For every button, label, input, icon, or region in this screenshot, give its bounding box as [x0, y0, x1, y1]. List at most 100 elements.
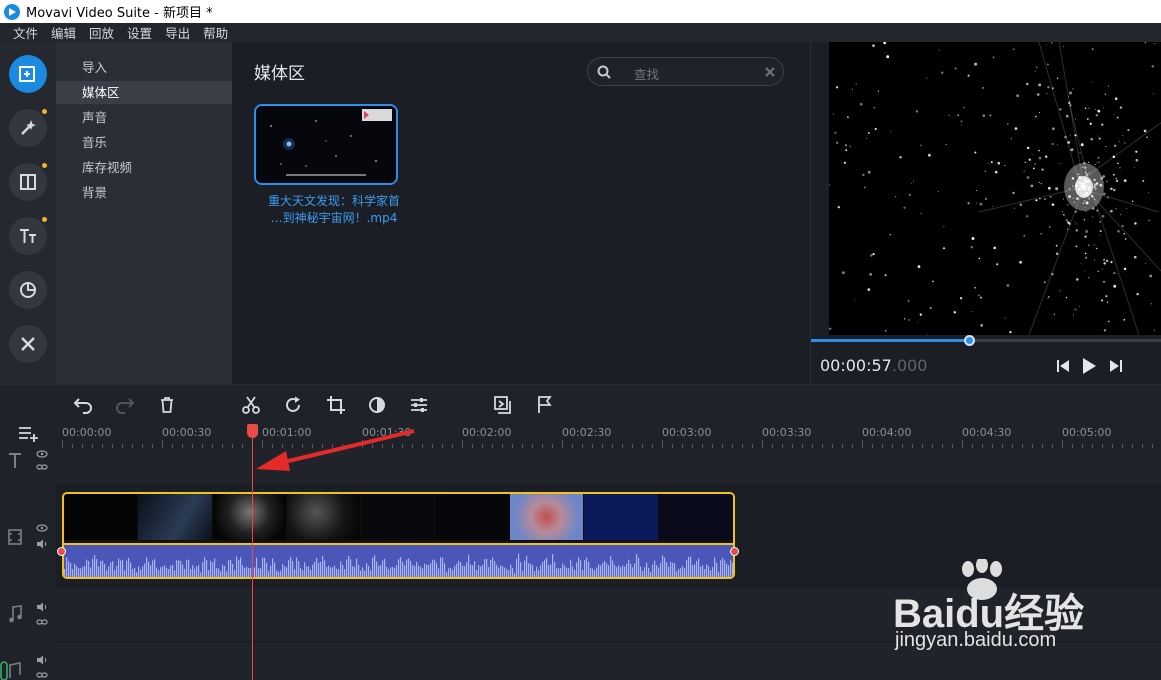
- waveform-bar: [284, 566, 286, 577]
- link-icon[interactable]: [36, 671, 48, 679]
- star: [1097, 109, 1101, 113]
- star: [1099, 230, 1102, 233]
- previous-frame-icon[interactable]: [1056, 359, 1070, 373]
- ruler-tick-label: 00:05:00: [1062, 426, 1112, 439]
- star: [1124, 142, 1126, 144]
- link-icon[interactable]: [36, 463, 48, 471]
- star: [1051, 87, 1054, 90]
- category-media-bin[interactable]: 媒体区: [56, 81, 232, 104]
- waveform-bar: [390, 567, 392, 577]
- category-music[interactable]: 音乐: [56, 131, 232, 154]
- delete-button[interactable]: [156, 394, 178, 416]
- waveform-bar: [78, 568, 80, 577]
- menu-file[interactable]: 文件: [13, 23, 38, 42]
- category-background[interactable]: 背景: [56, 181, 232, 204]
- stickers-tool-button[interactable]: [9, 271, 47, 309]
- menu-help[interactable]: 帮助: [203, 23, 228, 42]
- menu-playback[interactable]: 回放: [89, 23, 114, 42]
- waveform-bar: [384, 558, 386, 577]
- star: [1051, 42, 1053, 44]
- transitions-tool-button[interactable]: [9, 163, 47, 201]
- star: [873, 106, 876, 109]
- star: [863, 186, 866, 189]
- category-stock-video[interactable]: 库存视频: [56, 156, 232, 179]
- ruler-tick-mark: [92, 444, 93, 448]
- add-track-icon[interactable]: [18, 425, 40, 443]
- split-button[interactable]: [240, 394, 262, 416]
- star: [943, 226, 945, 228]
- star: [1048, 226, 1051, 228]
- waveform-bar: [234, 570, 236, 577]
- waveform-bar: [624, 566, 626, 577]
- caption-line-2: …到神秘宇宙网！.mp4: [270, 211, 398, 225]
- media-file-caption[interactable]: 重大天文发现：科学家首 …到神秘宇宙网！.mp4: [254, 193, 414, 227]
- waveform-bar: [70, 563, 72, 577]
- clip-properties-button[interactable]: [408, 394, 430, 416]
- waveform-bar: [194, 568, 196, 577]
- menu-edit[interactable]: 编辑: [51, 23, 76, 42]
- star: [872, 44, 875, 47]
- color-adjust-button[interactable]: [366, 394, 388, 416]
- menu-settings[interactable]: 设置: [127, 23, 152, 42]
- filters-tool-button[interactable]: [9, 109, 47, 147]
- star: [917, 321, 919, 323]
- eye-icon[interactable]: [36, 524, 48, 532]
- waveform-bar: [604, 561, 606, 577]
- waveform-bar: [426, 564, 428, 577]
- import-tool-button[interactable]: [9, 55, 47, 93]
- clip-audio-button[interactable]: [492, 394, 514, 416]
- star: [1074, 221, 1076, 223]
- waveform-bar: [320, 561, 322, 577]
- speaker-icon[interactable]: [36, 539, 48, 549]
- clear-icon[interactable]: [765, 67, 775, 77]
- search-input[interactable]: 查找: [587, 57, 784, 86]
- waveform-bar: [230, 560, 232, 577]
- media-thumbnail[interactable]: [254, 104, 398, 185]
- waveform-bar: [196, 566, 198, 577]
- ruler-tick-mark: [782, 444, 783, 448]
- waveform-bar: [686, 560, 688, 577]
- video-clip[interactable]: [62, 492, 735, 579]
- play-icon[interactable]: [1081, 357, 1097, 375]
- star: [991, 205, 993, 207]
- rotate-button[interactable]: [282, 394, 304, 416]
- waveform-bar: [142, 566, 144, 577]
- playback-progress-handle[interactable]: [963, 335, 975, 346]
- volume-handle-right[interactable]: [730, 547, 739, 556]
- ruler-tick-mark: [922, 444, 923, 448]
- undo-button[interactable]: [72, 394, 94, 416]
- title-track[interactable]: [56, 450, 1161, 484]
- menu-export[interactable]: 导出: [165, 23, 190, 42]
- waveform-bar: [286, 567, 288, 577]
- waveform-bar: [558, 568, 560, 577]
- waveform-bar: [492, 557, 494, 577]
- waveform-bar: [328, 565, 330, 577]
- more-tools-button[interactable]: [9, 325, 47, 363]
- marker-button[interactable]: [534, 394, 556, 416]
- category-sound[interactable]: 声音: [56, 106, 232, 129]
- waveform-bar: [246, 566, 248, 577]
- star: [993, 246, 996, 250]
- redo-button[interactable]: [114, 394, 136, 416]
- speaker-icon[interactable]: [36, 655, 48, 665]
- star: [1110, 209, 1113, 213]
- crop-button[interactable]: [325, 394, 347, 416]
- star: [1038, 156, 1042, 160]
- next-frame-icon[interactable]: [1109, 359, 1123, 373]
- star: [979, 296, 982, 299]
- category-import[interactable]: 导入: [56, 56, 232, 79]
- speaker-icon[interactable]: [36, 602, 48, 612]
- waveform-bar: [646, 562, 648, 577]
- star: [1053, 313, 1055, 315]
- timeline-ruler[interactable]: 00:00:00 00:00:30 00:01:00 00:01:30 00:02:00…: [0, 424, 1161, 450]
- ruler-tick-mark: [112, 444, 113, 448]
- waveform-bar: [238, 560, 240, 577]
- waveform-bar: [534, 571, 536, 577]
- eye-icon[interactable]: [36, 450, 48, 458]
- volume-handle-left[interactable]: [57, 547, 66, 556]
- waveform-bar: [364, 570, 366, 577]
- sticker-icon: [20, 282, 36, 298]
- titles-tool-button[interactable]: [9, 217, 47, 255]
- waveform-bar: [176, 560, 178, 577]
- link-icon[interactable]: [36, 618, 48, 626]
